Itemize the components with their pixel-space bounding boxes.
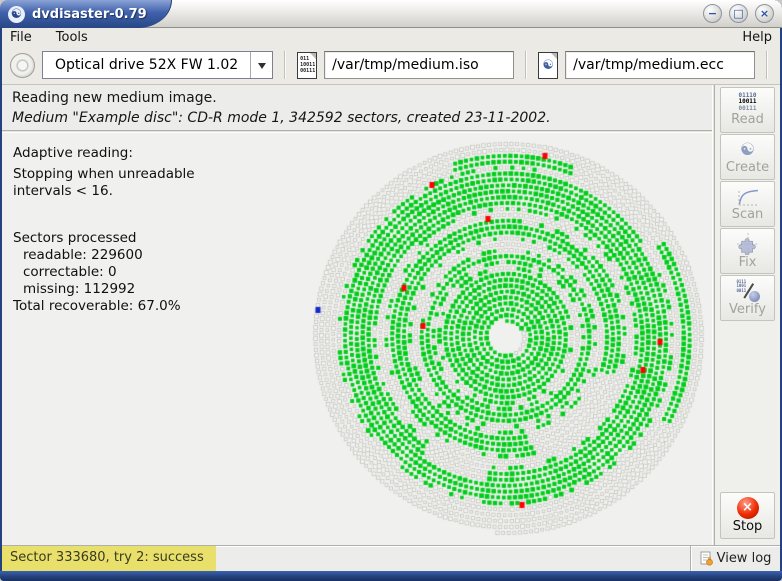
app-window: ☯ dvdisaster-0.79 − □ × File Tools Help … bbox=[0, 0, 782, 581]
ecc-file-input[interactable] bbox=[565, 51, 755, 79]
adaptive-reading-info: Adaptive reading: Stopping when unreadab… bbox=[13, 145, 195, 315]
status-line-2: Medium "Example disc": CD-R mode 1, 3425… bbox=[12, 110, 702, 126]
status-line-1: Reading new medium image. bbox=[12, 90, 702, 106]
verify-button-disabled: 0111 1001 0011 Verify bbox=[720, 275, 775, 321]
correctable-count: correctable: 0 bbox=[13, 264, 195, 281]
maximize-button[interactable]: □ bbox=[729, 4, 748, 23]
scan-label: Scan bbox=[732, 208, 764, 222]
drive-selector[interactable]: Optical drive 52X FW 1.02 bbox=[42, 51, 273, 79]
ecc-file-icon: ☯ bbox=[538, 52, 558, 79]
missing-count: missing: 112992 bbox=[13, 281, 195, 298]
chevron-down-icon bbox=[258, 63, 266, 73]
create-yin-yang-icon: ☯ bbox=[740, 140, 755, 160]
iso-file-icon: 011 10011 00111 bbox=[297, 52, 317, 79]
log-document-icon bbox=[700, 551, 714, 566]
stop-button[interactable]: × Stop bbox=[720, 492, 775, 539]
menu-tools[interactable]: Tools bbox=[56, 30, 88, 45]
total-recoverable: Total recoverable: 67.0% bbox=[13, 298, 195, 315]
adaptive-reading-heading: Adaptive reading: bbox=[13, 145, 195, 162]
statusbar-message-area: Sector 333680, try 2: success bbox=[2, 546, 690, 571]
scan-button-disabled: Scan bbox=[720, 181, 775, 227]
fix-button-disabled: Fix bbox=[720, 228, 775, 274]
window-bottom-frame bbox=[0, 571, 782, 581]
window-title: dvdisaster-0.79 bbox=[32, 7, 147, 22]
view-log-button[interactable]: View log bbox=[690, 546, 780, 571]
verify-compare-icon: 0111 1001 0011 bbox=[735, 280, 761, 302]
view-log-label: View log bbox=[717, 551, 772, 566]
stopping-note-line1: Stopping when unreadable bbox=[13, 166, 195, 183]
stop-icon: × bbox=[737, 497, 759, 519]
sectors-processed-heading: Sectors processed bbox=[13, 230, 195, 247]
stop-label: Stop bbox=[733, 520, 763, 534]
cd-drive-icon bbox=[10, 53, 35, 78]
close-button[interactable]: × bbox=[755, 4, 774, 23]
create-button-disabled: ☯ Create bbox=[720, 134, 775, 180]
yin-yang-icon: ☯ bbox=[539, 58, 557, 73]
read-button-disabled: 011101001100111 Read bbox=[720, 87, 775, 133]
menu-file[interactable]: File bbox=[10, 30, 32, 45]
read-binary-icon: 011101001100111 bbox=[738, 93, 756, 113]
image-file-input[interactable] bbox=[324, 51, 514, 79]
page-fold-icon bbox=[310, 53, 316, 59]
app-yin-yang-icon: ☯ bbox=[8, 6, 25, 23]
menubar: File Tools Help bbox=[2, 28, 780, 46]
status-header: Reading new medium image. Medium "Exampl… bbox=[2, 85, 712, 130]
reading-visualization-panel: Adaptive reading: Stopping when unreadab… bbox=[2, 133, 712, 545]
statusbar: Sector 333680, try 2: success View log bbox=[2, 545, 780, 571]
read-label: Read bbox=[731, 113, 764, 127]
toolbar-separator bbox=[766, 51, 768, 79]
stopping-note-line2: intervals < 16. bbox=[13, 183, 195, 200]
readable-count: readable: 229600 bbox=[13, 247, 195, 264]
toolbar: Optical drive 52X FW 1.02 011 10011 0011… bbox=[2, 46, 780, 85]
fix-puzzle-icon bbox=[736, 233, 760, 255]
create-label: Create bbox=[726, 161, 769, 175]
action-sidebar: 011101001100111 Read ☯ Create Scan Fix 0… bbox=[715, 85, 780, 545]
menu-help[interactable]: Help bbox=[742, 30, 772, 45]
minimize-button[interactable]: − bbox=[703, 4, 722, 23]
drive-selector-arrow[interactable] bbox=[250, 52, 272, 78]
titlebar: ☯ dvdisaster-0.79 − □ × bbox=[0, 0, 782, 28]
verify-label: Verify bbox=[729, 303, 766, 317]
toolbar-separator bbox=[284, 51, 286, 79]
window-controls: − □ × bbox=[703, 4, 774, 23]
scan-curve-icon bbox=[736, 187, 760, 207]
page-fold-icon bbox=[551, 53, 557, 59]
sector-status-message: Sector 333680, try 2: success bbox=[2, 546, 216, 571]
drive-selector-value: Optical drive 52X FW 1.02 bbox=[43, 52, 250, 78]
toolbar-separator bbox=[525, 51, 527, 79]
title-tab: ☯ dvdisaster-0.79 bbox=[0, 0, 172, 28]
fix-label: Fix bbox=[739, 256, 757, 270]
